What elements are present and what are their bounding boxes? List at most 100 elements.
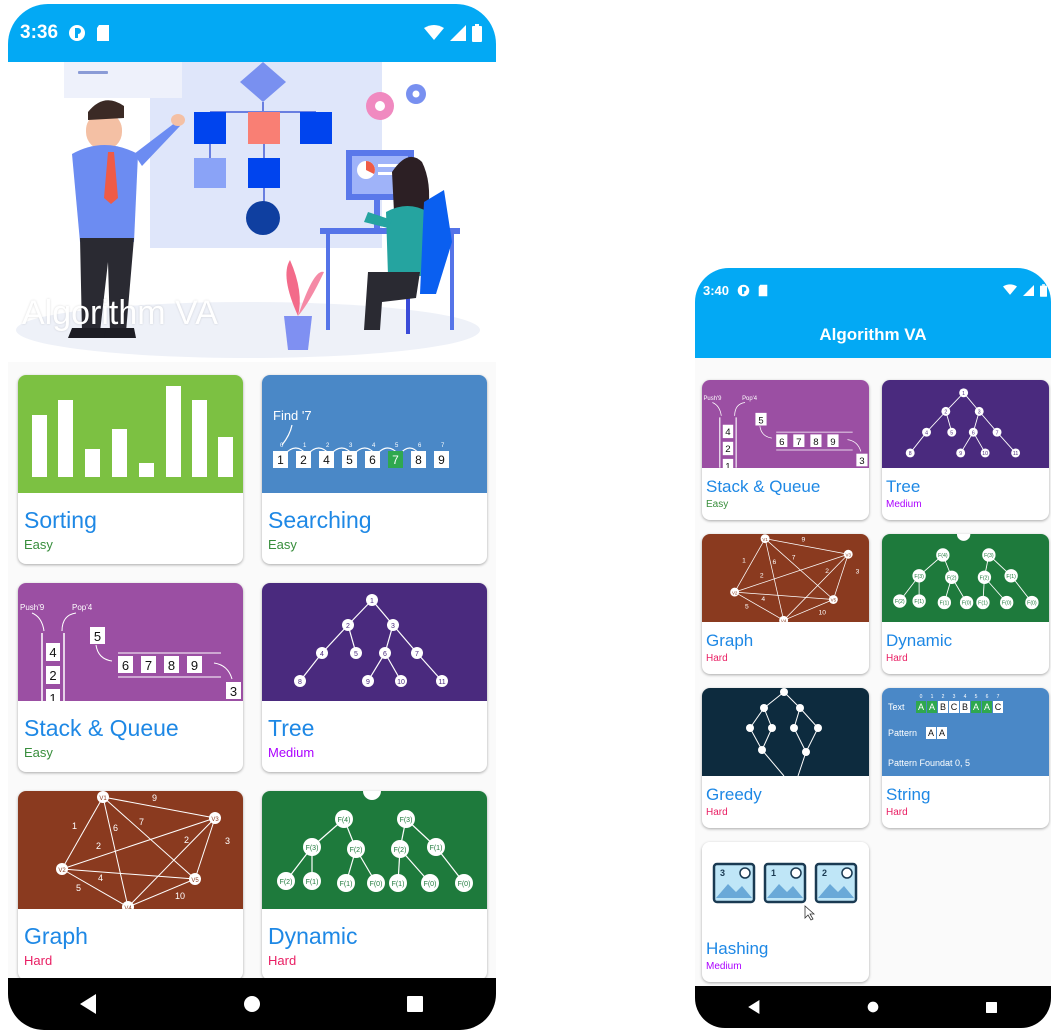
algorithm-card-hashing[interactable]: 3 1 2 Hashing Medium [702, 842, 869, 982]
text-index: 5 [975, 694, 978, 700]
pop-arrow [61, 612, 77, 632]
graph-vertex-label: V5 [191, 878, 199, 884]
array-search-illustration: Find '7 01234567 12456789 [273, 408, 449, 468]
graph-vertex-label: V3 [845, 552, 851, 557]
algorithm-card-stack-queue[interactable]: Push'9 Pop'4 4 2 1 5 6 7 8 9 3 Stack & Queue Easy [702, 380, 869, 520]
dequeued-cell-value: 3 [230, 684, 237, 699]
hashing-thumbnail: 3 1 2 [702, 842, 869, 930]
graph-edge [61, 868, 196, 880]
recursion-node-label: F(0) [424, 881, 437, 888]
recents-button[interactable] [972, 987, 1012, 1027]
back-button[interactable] [734, 987, 774, 1027]
signal-icon [450, 25, 466, 41]
array-cell-value: 6 [369, 453, 376, 467]
queue-cell-value: 9 [191, 658, 198, 673]
array-index: 4 [372, 443, 376, 449]
dequeued-cell-value: 3 [859, 456, 864, 467]
edge-weight: 3 [856, 569, 860, 576]
binary-tree-illustration: 1 2 3 4 5 6 7 8 9 10 11 [294, 594, 448, 687]
edge-weight: 7 [139, 817, 144, 827]
image-sun [790, 867, 802, 879]
tree-node-label: 3 [978, 410, 981, 416]
back-button[interactable] [69, 984, 109, 1024]
card-difficulty: Easy [268, 537, 297, 552]
recents-icon [986, 1001, 998, 1013]
algorithm-card-searching[interactable]: Find '7 01234567 12456789 Searching Easy [262, 375, 487, 564]
array-index: 1 [303, 443, 307, 449]
recursion-node-label: F(1) [940, 601, 950, 607]
algorithm-card-graph[interactable]: 9 1 6 7 2 2 3 4 5 10 V1 V2 V3 V4 V5 Graph Hard [18, 791, 243, 980]
recursion-root-node [956, 534, 971, 541]
recursion-node-label: F(0) [1002, 601, 1012, 607]
stack-queue-thumbnail: Push'9 Pop'4 4 2 1 5 6 7 8 9 3 [702, 380, 869, 468]
hash-slot-key: 2 [822, 868, 827, 878]
recursion-node-label: F(1) [306, 879, 319, 886]
recents-button[interactable] [395, 984, 435, 1024]
app-bar: Algorithm VA [695, 312, 1051, 358]
graph-edge [102, 796, 196, 880]
text-cell-value: A [973, 702, 979, 712]
tree-node-label: 10 [982, 451, 988, 457]
hash-slot-key: 3 [720, 868, 725, 878]
home-button[interactable] [232, 984, 272, 1024]
algorithm-card-dynamic[interactable]: F(4) F(3) F(3) F(2) F(2) F(1) F(2) F(1) F(1) F(0)… [882, 534, 1049, 674]
card-title: Hashing [706, 939, 769, 958]
graph-thumbnail: 9 1 6 7 2 2 3 4 5 10 V1 V2 V3 V4 V5 [18, 791, 243, 909]
greedy-graph-illustration [746, 688, 822, 776]
binary-tree-illustration: 1 2 3 4 5 6 7 8 9 10 11 [905, 388, 1021, 458]
queue-cell-value: 7 [796, 437, 801, 448]
card-difficulty: Hard [886, 653, 908, 664]
text-index: 0 [920, 694, 923, 700]
stack-cell-value: 1 [49, 691, 56, 701]
string-thumbnail: Text 0 A 1 A 2 B 3 C 4 B 5 A 6 A 7 C Pattern A A Pattern Fou… [882, 688, 1049, 776]
text-label: Text [888, 702, 905, 712]
recursion-node-label: F(2) [895, 599, 905, 605]
card-difficulty: Medium [886, 499, 922, 510]
graph-edge [734, 538, 766, 593]
stack-cell-value: 2 [49, 668, 56, 683]
status-time: 3:40 [703, 282, 730, 298]
edge-weight: 9 [801, 537, 805, 544]
algorithm-card-tree[interactable]: 1 2 3 4 5 6 7 8 9 10 11 Tree Medium [262, 583, 487, 772]
algorithm-card-string[interactable]: Text 0 A 1 A 2 B 3 C 4 B 5 A 6 A 7 C Pattern A A Pattern Fou… [882, 688, 1049, 828]
card-title: Stack & Queue [24, 715, 179, 741]
text-cell-value: A [984, 702, 990, 712]
algorithm-card-dynamic[interactable]: F(4) F(3) F(3) F(2) F(2) F(1) F(2) F(1) F(1) F(0)… [262, 791, 487, 980]
card-title: Graph [24, 923, 88, 949]
tree-node-label: 9 [959, 451, 962, 457]
sorting-thumbnail [18, 375, 243, 493]
back-icon [80, 994, 97, 1014]
card-difficulty: Hard [706, 807, 728, 818]
algorithm-card-greedy[interactable]: Greedy Hard [702, 688, 869, 828]
recursion-node-label: F(3) [984, 553, 994, 559]
algorithm-card-tree[interactable]: 1 2 3 4 5 6 7 8 9 10 11 Tree Medium [882, 380, 1049, 520]
tree-node-label: 11 [438, 679, 445, 686]
array-cell-value: 9 [438, 453, 445, 467]
edge-weight: 4 [98, 873, 103, 883]
graph-thumbnail: 9 1 6 7 2 2 3 4 5 10 V1 V2 V3 V4 V5 [702, 534, 869, 622]
tree-node-label: 4 [320, 651, 324, 658]
graph-edge [61, 868, 129, 908]
queue-cell-value: 9 [830, 437, 835, 448]
recursion-node-label: F(3) [400, 817, 413, 824]
edge-weight: 10 [175, 891, 185, 901]
greedy-thumbnail [702, 688, 869, 776]
push-arrow [712, 402, 722, 416]
algorithm-card-sorting[interactable]: Sorting Easy [18, 375, 243, 564]
dynamic-thumbnail: F(4) F(3) F(3) F(2) F(2) F(1) F(2) F(1) F(1) F(0)… [882, 534, 1049, 622]
home-button[interactable] [853, 987, 893, 1027]
recursion-node-label: F(3) [306, 845, 319, 852]
searching-thumbnail: Find '7 01234567 12456789 [262, 375, 487, 493]
recursion-root-node [363, 791, 381, 800]
edge-weight: 6 [773, 559, 777, 566]
text-cell-value: B [962, 702, 968, 712]
pointer-cursor-icon [804, 905, 816, 921]
tree-node-label: 2 [944, 410, 947, 416]
edge-weight: 9 [152, 793, 157, 803]
stack-cell-value: 4 [49, 645, 56, 660]
graph-edge [734, 591, 784, 621]
algorithm-card-stack-queue[interactable]: Push'9 Pop'4 4 2 1 5 6 7 8 9 3 Stack & Queue Easy [18, 583, 243, 772]
algorithm-card-graph[interactable]: 9 1 6 7 2 2 3 4 5 10 V1 V2 V3 V4 V5 Graph Hard [702, 534, 869, 674]
edge-weight: 1 [742, 557, 746, 564]
graph-vertex-label: V1 [99, 796, 107, 802]
